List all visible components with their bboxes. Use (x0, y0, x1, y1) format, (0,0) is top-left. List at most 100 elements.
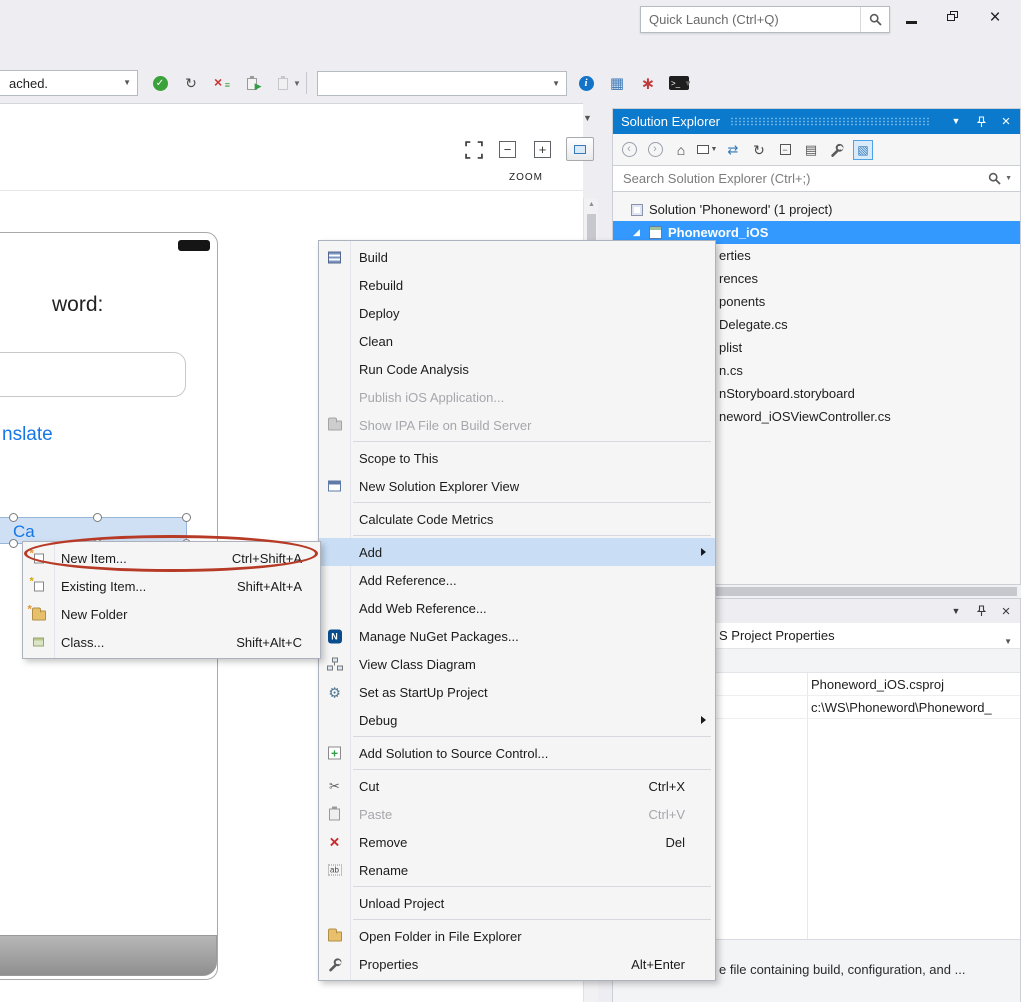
collapse-all-icon[interactable]: − (773, 139, 797, 161)
chevron-down-icon[interactable]: ▼ (123, 79, 137, 87)
menu-item-run-code-analysis[interactable]: Run Code Analysis (319, 355, 715, 383)
visual-studio-window: Quick Launch (Ctrl+Q) × ached. ▼ ✓ ↻ ×≡ ▶ ▼… (0, 0, 1021, 1002)
disconnect-icon[interactable]: ×≡ (210, 72, 234, 94)
home-icon[interactable]: ⌂ (669, 139, 693, 161)
back-icon[interactable]: ‹ (617, 139, 641, 161)
menu-item-debug[interactable]: Debug (319, 706, 715, 734)
fit-page-icon[interactable] (566, 137, 594, 161)
translate-link[interactable]: nslate (2, 424, 53, 446)
solution-explorer-titlebar[interactable]: Solution Explorer ▼ × (613, 109, 1020, 134)
fullscreen-icon[interactable] (465, 141, 483, 162)
pin-icon[interactable] (973, 605, 989, 617)
preview-code-icon[interactable]: ▧ (851, 139, 875, 161)
csharp-project-icon (649, 226, 662, 239)
tree-item-solution-phoneword-1-project[interactable]: Solution 'Phoneword' (1 project) (613, 198, 1020, 221)
scope-view-icon[interactable]: ▼ (695, 139, 719, 161)
toolbar-overflow-icon[interactable]: ▼ (684, 80, 692, 88)
info-icon[interactable]: i (574, 72, 598, 94)
close-icon[interactable]: × (998, 603, 1014, 620)
scrollbar-thumb[interactable] (587, 214, 596, 242)
resize-handle[interactable] (9, 539, 18, 548)
menu-shortcut: Ctrl+X (623, 779, 685, 794)
battery-icon (178, 240, 210, 251)
menu-item-properties[interactable]: PropertiesAlt+Enter (319, 950, 715, 978)
menu-item-set-as-startup-project[interactable]: ⚙Set as StartUp Project (319, 678, 715, 706)
menu-item-cut[interactable]: ✂CutCtrl+X (319, 772, 715, 800)
minimize-button[interactable] (898, 5, 924, 29)
paste-import-icon[interactable]: ▶ (241, 72, 265, 94)
close-button[interactable]: × (982, 5, 1008, 29)
menu-item-new-folder[interactable]: *New Folder (23, 600, 320, 628)
window-position-icon[interactable]: ▼ (948, 117, 964, 126)
menu-item-view-class-diagram[interactable]: View Class Diagram (319, 650, 715, 678)
menu-item-add-reference[interactable]: Add Reference... (319, 566, 715, 594)
menu-item-label: Rebuild (359, 278, 403, 293)
resize-handle[interactable] (182, 513, 191, 522)
properties-page-icon[interactable]: ▤ (799, 139, 823, 161)
restore-button[interactable] (940, 5, 966, 29)
tree-item-label: ponents (719, 294, 765, 309)
menu-item-scope-to-this[interactable]: Scope to This (319, 444, 715, 472)
menu-item-show-ipa-file-on-build-server[interactable]: Show IPA File on Build Server (319, 411, 715, 439)
zoom-in-icon[interactable]: + (534, 141, 551, 158)
zoom-out-icon[interactable]: − (499, 141, 516, 158)
chevron-down-icon[interactable]: ▼ (552, 80, 566, 88)
property-value: c:\WS\Phoneword\Phoneword_ (811, 700, 992, 715)
menu-item-paste[interactable]: PasteCtrl+V (319, 800, 715, 828)
tree-item-label: Delegate.cs (719, 317, 788, 332)
refresh-icon[interactable]: ↻ (179, 72, 203, 94)
menu-item-publish-ios-application[interactable]: Publish iOS Application... (319, 383, 715, 411)
toolbar-overflow-icon[interactable]: ▼ (293, 80, 301, 88)
menu-item-calculate-code-metrics[interactable]: Calculate Code Metrics (319, 505, 715, 533)
pin-icon[interactable] (973, 116, 989, 128)
designer-overflow-icon[interactable]: ▼ (583, 114, 592, 123)
expand-arrow-icon[interactable]: ◢ (633, 227, 645, 238)
menu-item-class[interactable]: Class...Shift+Alt+C (23, 628, 320, 656)
tree-item-label: neword_iOSViewController.cs (719, 409, 891, 424)
scroll-up-icon[interactable]: ▲ (588, 201, 595, 208)
toolbar-combobox[interactable]: ▼ (317, 71, 567, 96)
main-toolbar: ached. ▼ ✓↻×≡▶ ▼ ▼ i▦∗>_ ▼ (0, 62, 1021, 103)
menu-item-new-item[interactable]: *New Item...Ctrl+Shift+A (23, 544, 320, 572)
menu-item-remove[interactable]: ×RemoveDel (319, 828, 715, 856)
menu-item-manage-nuget-packages[interactable]: NManage NuGet Packages... (319, 622, 715, 650)
forward-icon[interactable]: › (643, 139, 667, 161)
grid-view-icon[interactable]: ▦ (605, 72, 629, 94)
solution-explorer-search[interactable]: Search Solution Explorer (Ctrl+;) ▼ (613, 165, 1020, 192)
sync-selection-icon[interactable]: ⇄ (721, 139, 745, 161)
window-position-icon[interactable]: ▼ (948, 607, 964, 616)
resize-handle[interactable] (9, 513, 18, 522)
menu-shortcut: Ctrl+Shift+A (206, 551, 302, 566)
device-combo[interactable]: ached. ▼ (0, 70, 138, 96)
chevron-down-icon[interactable]: ▼ (1004, 632, 1012, 647)
chevron-down-icon[interactable]: ▼ (1005, 175, 1012, 182)
menu-item-add[interactable]: Add (319, 538, 715, 566)
menu-item-label: Run Code Analysis (359, 362, 469, 377)
menu-item-add-web-reference[interactable]: Add Web Reference... (319, 594, 715, 622)
wrench-icon (325, 956, 344, 973)
menu-item-existing-item[interactable]: *Existing Item...Shift+Alt+A (23, 572, 320, 600)
menu-item-label: Add Web Reference... (359, 601, 487, 616)
asterisk-icon[interactable]: ∗ (636, 72, 660, 94)
menu-item-label: New Solution Explorer View (359, 479, 519, 494)
refresh-icon[interactable]: ↻ (747, 139, 771, 161)
menu-item-build[interactable]: Build (319, 243, 715, 271)
search-icon[interactable] (861, 7, 889, 32)
paste-icon (325, 806, 344, 823)
submenu-arrow-icon (701, 548, 706, 556)
connected-status-icon[interactable]: ✓ (148, 72, 172, 94)
menu-item-unload-project[interactable]: Unload Project (319, 889, 715, 917)
phone-text-input[interactable] (0, 352, 186, 397)
menu-item-deploy[interactable]: Deploy (319, 299, 715, 327)
menu-item-rebuild[interactable]: Rebuild (319, 271, 715, 299)
wrench-icon[interactable] (825, 139, 849, 161)
menu-item-new-solution-explorer-view[interactable]: New Solution Explorer View (319, 472, 715, 500)
resize-handle[interactable] (93, 513, 102, 522)
menu-item-add-solution-to-source-control[interactable]: +Add Solution to Source Control... (319, 739, 715, 767)
quick-launch-search[interactable]: Quick Launch (Ctrl+Q) (640, 6, 890, 33)
search-icon[interactable] (988, 172, 1001, 185)
menu-item-rename[interactable]: abRename (319, 856, 715, 884)
close-icon[interactable]: × (998, 113, 1014, 130)
menu-item-clean[interactable]: Clean (319, 327, 715, 355)
menu-item-open-folder-in-file-explorer[interactable]: Open Folder in File Explorer (319, 922, 715, 950)
